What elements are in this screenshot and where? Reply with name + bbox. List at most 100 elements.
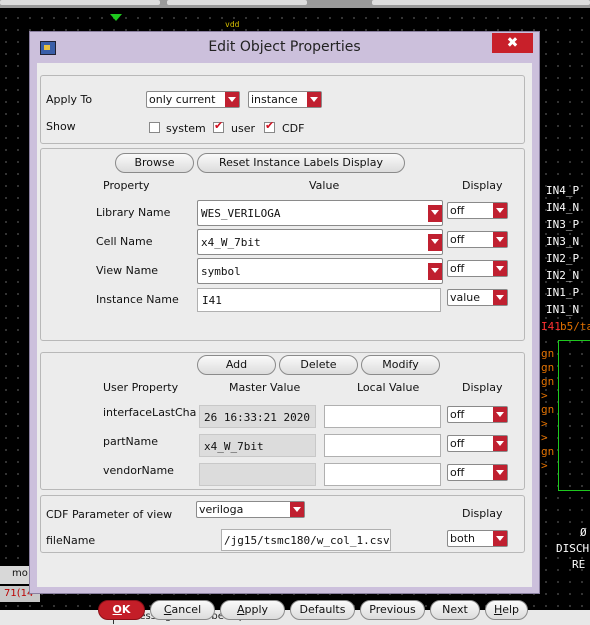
pin-fragment: > — [541, 431, 548, 444]
pin-fragment: > — [541, 389, 548, 402]
cdf-param-label: CDF Parameter of view — [46, 508, 173, 521]
pin-fragment: gn — [541, 445, 555, 458]
chevron-down-icon — [307, 92, 321, 107]
next-button[interactable]: Next — [430, 600, 480, 620]
pin-label: IN1_P — [546, 286, 580, 299]
cdf-display-header: Display — [462, 507, 503, 520]
instance-display-value: value — [450, 291, 481, 304]
chevron-down-icon — [493, 436, 507, 451]
col-user-display: Display — [462, 381, 503, 394]
cdf-view-select[interactable]: veriloga — [196, 501, 305, 518]
show-system-checkbox[interactable] — [149, 122, 160, 133]
master-value-0-text: 26 16:33:21 2020 — [204, 411, 310, 424]
modify-button[interactable]: Modify — [361, 355, 440, 375]
close-button[interactable]: ✖ — [492, 33, 533, 53]
user-display-0-value: off — [450, 408, 465, 421]
net-label: vdd — [225, 20, 240, 29]
chevron-down-icon — [493, 465, 507, 480]
right-label-1: DISCH — [556, 542, 590, 555]
wire — [558, 340, 559, 490]
cancel-button[interactable]: Cancel — [150, 600, 215, 620]
apply-object-select[interactable]: instance — [248, 91, 322, 108]
pin-label: IN4_N — [546, 201, 580, 214]
wire — [558, 340, 590, 341]
view-display-value: off — [450, 262, 465, 275]
filename-field[interactable]: /jg15/tsmc180/w_col_1.csv — [221, 529, 391, 551]
right-label-2: RE — [572, 558, 586, 571]
master-value-0: 26 16:33:21 2020 — [199, 405, 316, 428]
apply-scope-select[interactable]: only current — [146, 91, 240, 108]
apply-button[interactable]: Apply — [220, 600, 285, 620]
user-prop-name-1: partName — [103, 435, 159, 448]
cell-display-value: off — [450, 233, 465, 246]
show-user-label: user — [231, 122, 255, 135]
chevron-down-icon — [428, 234, 442, 251]
col-property: Property — [103, 179, 150, 192]
add-button[interactable]: Add — [197, 355, 276, 375]
pin-fragment: > — [541, 459, 548, 472]
local-value-1-input[interactable] — [324, 434, 441, 457]
library-name-select[interactable]: WES_VERILOGA — [197, 200, 443, 226]
col-value: Value — [309, 179, 340, 192]
view-name-select[interactable]: symbol — [197, 258, 443, 284]
view-name-value: symbol — [201, 265, 241, 278]
library-display-value: off — [450, 204, 465, 217]
instance-name-label: Instance Name — [96, 293, 179, 306]
instance-display-select[interactable]: value — [447, 289, 508, 306]
wire — [558, 490, 590, 491]
show-cdf-label: CDF — [282, 122, 305, 135]
local-value-0-input[interactable] — [324, 405, 441, 428]
chevron-down-icon — [493, 232, 507, 247]
reset-labels-button[interactable]: Reset Instance Labels Display — [197, 153, 405, 173]
pin-fragment: gn — [541, 361, 555, 374]
chevron-down-icon — [428, 263, 442, 280]
view-display-select[interactable]: off — [447, 260, 508, 277]
chevron-down-icon — [493, 531, 507, 546]
pin-label: IN2_P — [546, 252, 580, 265]
library-display-select[interactable]: off — [447, 202, 508, 219]
show-cdf-checkbox[interactable] — [264, 119, 275, 133]
edit-object-properties-dialog: Edit Object Properties ✖ Apply To only c… — [29, 31, 540, 620]
help-button[interactable]: Help — [485, 600, 528, 620]
filename-display-value: both — [450, 532, 475, 545]
previous-button[interactable]: Previous — [360, 600, 425, 620]
user-prop-name-2: vendorName — [103, 464, 174, 477]
apply-to-group: Apply To only current instance Show syst… — [40, 75, 525, 144]
user-properties-group: Add Delete Modify User Property Master V… — [40, 352, 525, 490]
chevron-down-icon — [290, 502, 304, 517]
master-value-1-text: x4_W_7bit — [204, 440, 264, 453]
col-local-value: Local Value — [357, 381, 420, 394]
col-display: Display — [462, 179, 503, 192]
dialog-titlebar[interactable]: Edit Object Properties ✖ — [30, 32, 539, 62]
properties-group: Browse Reset Instance Labels Display Pro… — [40, 148, 525, 341]
instance-path: b5/ta — [560, 320, 590, 333]
delete-button[interactable]: Delete — [279, 355, 358, 375]
dialog-body: Apply To only current instance Show syst… — [37, 63, 532, 620]
chevron-down-icon — [493, 407, 507, 422]
col-user-property: User Property — [103, 381, 179, 394]
user-display-select-0[interactable]: off — [447, 406, 508, 423]
filename-display-select[interactable]: both — [447, 530, 508, 547]
user-display-select-1[interactable]: off — [447, 435, 508, 452]
library-name-value: WES_VERILOGA — [201, 207, 281, 220]
cell-name-value: x4_W_7bit — [201, 236, 261, 249]
pin-label: IN3_N — [546, 235, 580, 248]
pin-label: IN1_N — [546, 303, 580, 316]
defaults-button[interactable]: Defaults — [290, 600, 355, 620]
col-master-value: Master Value — [229, 381, 301, 394]
pin-label: IN2_N — [546, 269, 580, 282]
library-name-label: Library Name — [96, 206, 171, 219]
master-value-1: x4_W_7bit — [199, 434, 316, 457]
toolbar-strip — [0, 0, 590, 8]
cdf-view-value: veriloga — [199, 503, 244, 516]
show-user-checkbox[interactable] — [213, 119, 224, 133]
cell-name-select[interactable]: x4_W_7bit — [197, 229, 443, 255]
instance-name-field[interactable]: I41 — [197, 288, 441, 312]
user-display-1-value: off — [450, 437, 465, 450]
ok-button[interactable]: OK — [98, 600, 145, 620]
user-display-select-2[interactable]: off — [447, 464, 508, 481]
view-name-label: View Name — [96, 264, 159, 277]
browse-button[interactable]: Browse — [115, 153, 194, 173]
local-value-2-input[interactable] — [324, 463, 441, 486]
cell-display-select[interactable]: off — [447, 231, 508, 248]
